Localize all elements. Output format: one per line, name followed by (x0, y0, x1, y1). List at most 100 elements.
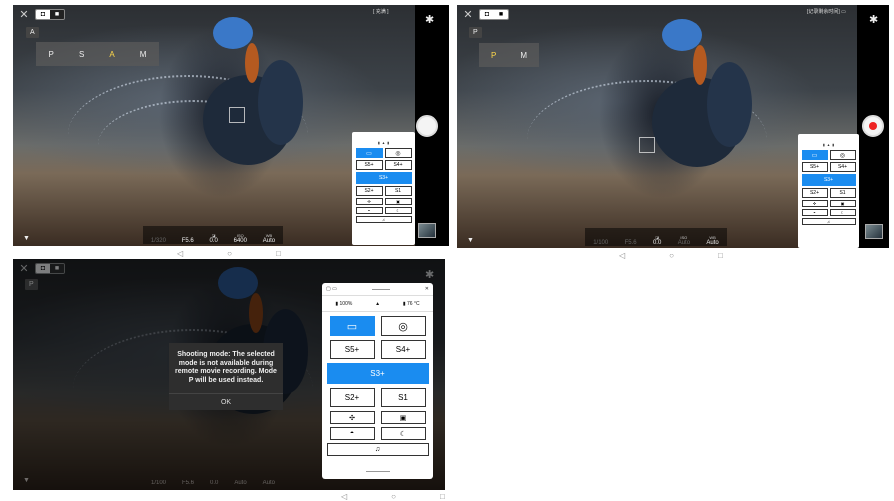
exposure-value-2: 0.0 (209, 480, 219, 486)
back-icon[interactable]: ◁ (619, 251, 625, 260)
exposure-mode-selector[interactable]: PSAM (36, 42, 159, 66)
drive-mode-panel-small: ▮ ▲ ▮ ▭ ◎ S5+ S4+ S3+ S2+ S1 ✣ ▣ ◓ ☾ ♫ (352, 132, 415, 245)
exposure-value-2[interactable]: ◪ 0.0 (653, 235, 661, 246)
single-frame-button[interactable]: ▭ (355, 148, 383, 158)
home-icon[interactable]: ○ (669, 251, 674, 260)
s3-button[interactable]: S3+ (326, 363, 429, 384)
exposure-value-0[interactable]: 1/100 (593, 240, 608, 246)
s2-button[interactable]: S2+ (329, 388, 375, 407)
s1-button[interactable]: S1 (829, 188, 856, 198)
panel-drag-handle[interactable] (371, 288, 390, 290)
wifi-icon: ▲ (375, 301, 381, 307)
af-frame[interactable] (229, 107, 245, 123)
still-movie-toggle[interactable]: ◘ ■ (35, 9, 65, 20)
last-image-thumbnail[interactable] (865, 224, 883, 239)
mode-option-p[interactable]: P (491, 51, 496, 60)
exposure-mode-selector[interactable]: PM (479, 43, 539, 67)
film-icon[interactable]: ▣ (829, 200, 856, 207)
sleep-icon[interactable]: ☾ (384, 207, 412, 214)
dialog-ok-button[interactable]: OK (169, 393, 283, 411)
single-frame-button[interactable]: ▭ (329, 316, 375, 336)
s1-button[interactable]: S1 (384, 186, 412, 196)
fan-icon[interactable]: ✣ (355, 198, 383, 205)
system-nav-bar: ◁ ○ □ (619, 251, 723, 260)
sound-icon[interactable]: ♫ (355, 216, 412, 223)
home-icon[interactable]: ○ (391, 492, 396, 501)
video-icon[interactable]: ■ (50, 10, 64, 19)
video-icon[interactable]: ■ (494, 10, 508, 19)
exposure-value-3[interactable]: ISO 6400 (234, 233, 247, 244)
exposure-value-3[interactable]: ISO Auto (678, 235, 690, 246)
camera-icon[interactable]: ◘ (36, 10, 50, 19)
battery-icon: ▮ (822, 143, 825, 147)
self-timer-button[interactable]: ◎ (829, 150, 856, 160)
s5-button[interactable]: S5+ (801, 162, 828, 172)
back-icon[interactable]: ◁ (177, 249, 183, 258)
s2-button[interactable]: S2+ (355, 186, 383, 196)
shutter-button[interactable] (416, 115, 438, 137)
fan-icon[interactable]: ✣ (801, 200, 828, 207)
close-icon[interactable]: ✕ (463, 8, 473, 21)
film-icon[interactable]: ▣ (380, 411, 426, 424)
battery-icon: ▮ (377, 141, 380, 145)
sound-icon[interactable]: ♫ (801, 218, 856, 225)
drive-icon[interactable]: ◓ (801, 209, 828, 216)
home-icon[interactable]: ○ (227, 249, 232, 258)
exposure-value-4[interactable]: WB Auto (706, 235, 718, 246)
mode-option-s[interactable]: S (79, 50, 84, 59)
s3-button[interactable]: S3+ (801, 174, 856, 186)
mode-option-m[interactable]: M (520, 51, 527, 60)
af-frame[interactable] (639, 137, 655, 153)
exposure-info-bar: 1/100 F5.6 0.0 Auto Auto (143, 470, 283, 486)
close-icon[interactable]: ✕ (19, 8, 29, 21)
s1-button[interactable]: S1 (380, 388, 426, 407)
mode-option-m[interactable]: M (140, 50, 147, 59)
back-icon[interactable]: ◁ (341, 492, 347, 501)
sound-icon[interactable]: ♫ (326, 443, 429, 456)
recents-icon[interactable]: □ (440, 492, 445, 501)
chevron-down-icon: ▼ (23, 477, 30, 484)
chevron-down-icon[interactable]: ▼ (467, 237, 477, 247)
chevron-down-icon[interactable]: ▼ (23, 235, 33, 245)
exposure-value-0[interactable]: 1/320 (151, 238, 166, 244)
video-icon: ■ (50, 264, 64, 273)
still-movie-toggle: ◘ ■ (35, 263, 65, 274)
s5-button[interactable]: S5+ (329, 340, 375, 359)
recents-icon[interactable]: □ (276, 249, 281, 258)
drive-icon[interactable]: ◓ (329, 427, 375, 440)
single-frame-button[interactable]: ▭ (801, 150, 828, 160)
exposure-value-4[interactable]: WB Auto (263, 233, 275, 244)
last-image-thumbnail[interactable] (418, 223, 436, 238)
fan-icon[interactable]: ✣ (329, 411, 375, 424)
drive-mode-panel-small: ▮ ▲ ▮ ▭ ◎ S5+ S4+ S3+ S2+ S1 ✣ ▣ ◓ ☾ ♫ (798, 134, 859, 248)
mode-warning-dialog: Shooting mode: The selected mode is not … (169, 343, 283, 410)
exposure-value-1[interactable]: F5.6 (182, 238, 194, 244)
film-icon[interactable]: ▣ (384, 198, 412, 205)
exposure-value-text: 1/320 (150, 238, 166, 244)
settings-gear-icon[interactable]: ✱ (869, 13, 878, 26)
sleep-icon[interactable]: ☾ (829, 209, 856, 216)
s3-button[interactable]: S3+ (355, 172, 412, 184)
s5-button[interactable]: S5+ (355, 160, 383, 170)
s4-button[interactable]: S4+ (384, 160, 412, 170)
mode-option-p[interactable]: P (49, 50, 54, 59)
exposure-value-1[interactable]: F5.6 (625, 240, 637, 246)
camera-icon[interactable]: ◘ (480, 10, 494, 19)
settings-gear-icon[interactable]: ✱ (425, 13, 434, 26)
still-movie-toggle[interactable]: ◘ ■ (479, 9, 509, 20)
drive-icon[interactable]: ◓ (355, 207, 383, 214)
self-timer-button[interactable]: ◎ (384, 148, 412, 158)
mode-option-a[interactable]: A (109, 50, 114, 59)
exposure-value-2[interactable]: ◪ 0.0 (209, 233, 217, 244)
exposure-value-text: F5.6 (181, 238, 194, 244)
recents-icon[interactable]: □ (718, 251, 723, 260)
sleep-icon[interactable]: ☾ (380, 427, 426, 440)
panel-bottom-handle[interactable] (366, 471, 390, 472)
s4-button[interactable]: S4+ (829, 162, 856, 172)
exposure-value-3: Auto (234, 480, 247, 486)
s2-button[interactable]: S2+ (801, 188, 828, 198)
panel-close-icon[interactable]: ✕ (425, 286, 429, 292)
temperature-status: ▮ 76 °C (402, 301, 420, 307)
s4-button[interactable]: S4+ (380, 340, 426, 359)
self-timer-button[interactable]: ◎ (380, 316, 426, 336)
